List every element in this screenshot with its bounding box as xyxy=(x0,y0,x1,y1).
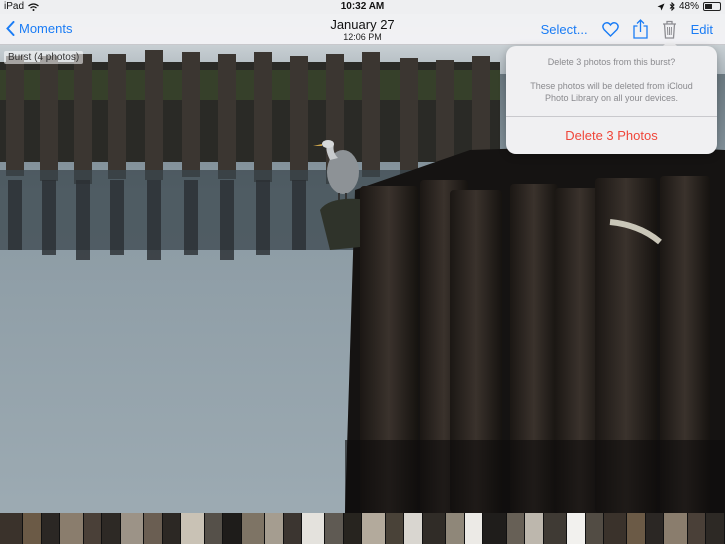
filmstrip-thumbnail[interactable] xyxy=(422,513,447,544)
filmstrip-thumbnail[interactable] xyxy=(525,513,544,544)
trash-button[interactable] xyxy=(662,20,677,39)
popover-message: These photos will be deleted from iCloud… xyxy=(530,81,693,103)
status-time: 10:32 AM xyxy=(340,1,385,12)
filmstrip-thumbnail[interactable] xyxy=(645,513,665,544)
filmstrip-thumbnail[interactable] xyxy=(687,513,707,544)
select-button[interactable]: Select... xyxy=(541,22,588,37)
filmstrip-thumbnail[interactable] xyxy=(23,513,42,544)
delete-confirmation-popover: Delete 3 photos from this burst? These p… xyxy=(506,46,717,154)
navigation-bar: Moments January 27 12:06 PM Select... Ed… xyxy=(0,14,725,45)
burst-badge[interactable]: Burst (4 photos) xyxy=(4,51,84,64)
favorite-button[interactable] xyxy=(601,21,619,37)
filmstrip-thumbnail[interactable] xyxy=(464,513,484,544)
filmstrip-thumbnail[interactable] xyxy=(162,513,182,544)
filmstrip-thumbnail[interactable] xyxy=(362,513,386,544)
filmstrip-thumbnail[interactable] xyxy=(0,513,24,544)
filmstrip[interactable] xyxy=(0,513,725,544)
heart-icon xyxy=(601,21,619,37)
bluetooth-icon xyxy=(669,2,675,11)
filmstrip-thumbnail[interactable] xyxy=(404,513,423,544)
popover-title: Delete 3 photos from this burst? xyxy=(547,57,676,67)
battery-icon xyxy=(703,2,721,11)
filmstrip-thumbnail[interactable] xyxy=(506,513,526,544)
filmstrip-thumbnail[interactable] xyxy=(283,513,303,544)
filmstrip-thumbnail[interactable] xyxy=(664,513,688,544)
nav-actions: Select... Edit xyxy=(541,19,713,39)
filmstrip-thumbnail[interactable] xyxy=(41,513,61,544)
popover-arrow xyxy=(663,39,677,46)
filmstrip-thumbnail[interactable] xyxy=(144,513,163,544)
delete-photos-button[interactable]: Delete 3 Photos xyxy=(506,117,717,154)
filmstrip-thumbnail[interactable] xyxy=(446,513,465,544)
filmstrip-thumbnail[interactable] xyxy=(223,513,242,544)
filmstrip-thumbnail[interactable] xyxy=(265,513,284,544)
edit-button[interactable]: Edit xyxy=(691,22,713,37)
share-icon xyxy=(632,19,648,39)
filmstrip-thumbnail[interactable] xyxy=(204,513,224,544)
filmstrip-thumbnail[interactable] xyxy=(567,513,586,544)
status-bar: iPad 10:32 AM 48% xyxy=(0,0,725,14)
filmstrip-thumbnail[interactable] xyxy=(604,513,628,544)
share-button[interactable] xyxy=(632,19,648,39)
filmstrip-thumbnail[interactable] xyxy=(60,513,84,544)
filmstrip-thumbnail[interactable] xyxy=(102,513,121,544)
filmstrip-thumbnail[interactable] xyxy=(120,513,145,544)
battery-percent: 48% xyxy=(678,1,699,12)
filmstrip-thumbnail[interactable] xyxy=(181,513,205,544)
filmstrip-thumbnail[interactable] xyxy=(585,513,605,544)
filmstrip-thumbnail[interactable] xyxy=(325,513,344,544)
location-icon xyxy=(657,3,665,10)
filmstrip-thumbnail[interactable] xyxy=(543,513,568,544)
filmstrip-thumbnail[interactable] xyxy=(385,513,405,544)
trash-icon xyxy=(662,20,676,39)
filmstrip-thumbnail[interactable] xyxy=(83,513,103,544)
battery-level xyxy=(705,4,712,9)
filmstrip-thumbnail[interactable] xyxy=(706,513,725,544)
filmstrip-thumbnail[interactable] xyxy=(627,513,646,544)
filmstrip-thumbnail[interactable] xyxy=(241,513,265,544)
filmstrip-thumbnail[interactable] xyxy=(483,513,507,544)
filmstrip-thumbnail[interactable] xyxy=(302,513,326,544)
filmstrip-thumbnail[interactable] xyxy=(343,513,363,544)
